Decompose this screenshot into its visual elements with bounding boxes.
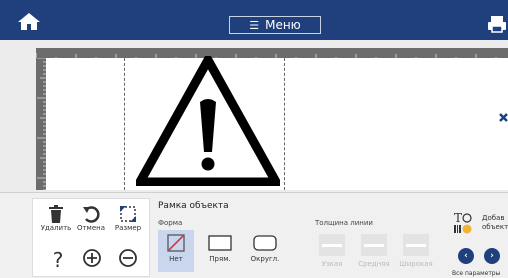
- line-wide-icon: [403, 234, 429, 256]
- home-icon: [18, 13, 40, 30]
- rectangle-icon: [208, 235, 232, 251]
- line-narrow-icon: [319, 234, 345, 256]
- chevron-left-icon[interactable]: ‹: [458, 248, 474, 264]
- zoom-in-icon: [83, 249, 101, 267]
- shape-rounded-label: Округл.: [250, 255, 280, 263]
- menu-label: Меню: [265, 18, 301, 32]
- shape-rounded-button[interactable]: Округл.: [247, 230, 283, 272]
- add-object-icon: T: [454, 211, 472, 234]
- trash-icon: [49, 205, 63, 223]
- delete-button[interactable]: Удалить: [38, 204, 74, 232]
- line-width-label: Толщина линии: [315, 219, 373, 227]
- add-object-button[interactable]: T Добав объект: [452, 208, 508, 238]
- add-object-label-2: объект: [482, 223, 508, 231]
- shape-none-button[interactable]: Нет: [158, 230, 194, 272]
- close-icon[interactable]: [498, 108, 508, 128]
- undo-button[interactable]: Отмена: [73, 204, 109, 232]
- shape-rect-label: Прям.: [209, 255, 231, 263]
- help-button[interactable]: ?: [40, 248, 76, 270]
- resize-label: Размер: [114, 224, 142, 232]
- delete-label: Удалить: [40, 224, 72, 232]
- print-button[interactable]: [486, 14, 508, 34]
- line-wide-button: Широкая: [399, 230, 433, 272]
- rounded-rectangle-icon: [253, 235, 277, 251]
- object-boundary-right: [284, 58, 285, 190]
- svg-text:T: T: [454, 211, 462, 225]
- line-narrow-button: Узкая: [315, 230, 349, 272]
- line-wide-label: Широкая: [399, 260, 433, 268]
- line-medium-icon: [361, 234, 387, 256]
- undo-icon: [83, 206, 100, 223]
- resize-button[interactable]: Размер: [110, 204, 146, 232]
- vertical-ruler: [36, 57, 46, 191]
- hamburger-icon: ☰: [249, 19, 260, 32]
- svg-text:?: ?: [53, 248, 64, 270]
- question-icon: ?: [53, 248, 64, 270]
- chevron-right-icon[interactable]: ›: [484, 248, 500, 264]
- zoom-out-icon: [119, 249, 137, 267]
- zoom-in-button[interactable]: [74, 248, 110, 268]
- line-medium-label: Средняя: [358, 260, 390, 268]
- menu-button[interactable]: ☰ Меню: [229, 16, 321, 34]
- warning-symbol-object[interactable]: [132, 50, 284, 187]
- undo-label: Отмена: [76, 224, 106, 232]
- all-params-link[interactable]: Все параметры: [452, 270, 500, 277]
- zoom-out-button[interactable]: [110, 248, 146, 268]
- shape-section-label: Форма: [158, 219, 183, 227]
- line-narrow-label: Узкая: [321, 260, 343, 268]
- home-button[interactable]: [16, 10, 42, 32]
- no-frame-icon: [167, 234, 185, 252]
- warning-triangle-icon: [132, 50, 284, 187]
- shape-none-label: Нет: [169, 255, 183, 263]
- object-boundary-left: [124, 58, 125, 190]
- add-object-label-1: Добав: [482, 214, 505, 222]
- resize-icon: [120, 206, 136, 222]
- printer-icon: [488, 16, 506, 33]
- line-medium-button: Средняя: [357, 230, 391, 272]
- shape-rect-button[interactable]: Прям.: [202, 230, 238, 272]
- frame-panel-title: Рамка объекта: [158, 201, 229, 211]
